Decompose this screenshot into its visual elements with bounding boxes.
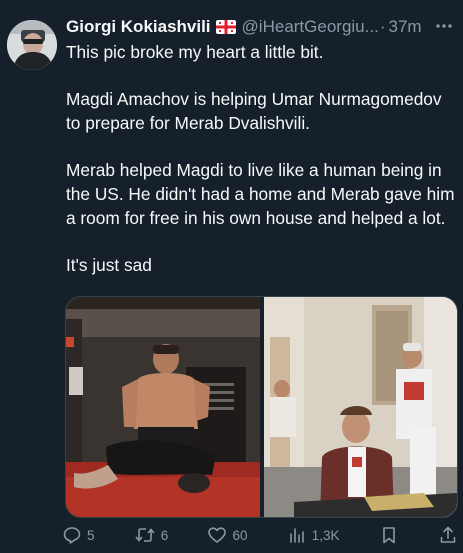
views-button[interactable]: 1,3K — [287, 525, 340, 545]
retweet-count: 6 — [160, 527, 169, 543]
georgia-flag-icon — [215, 20, 236, 34]
like-count: 60 — [232, 527, 248, 543]
views-chart-icon — [287, 525, 307, 545]
photo-gym-training-icon — [66, 297, 260, 517]
share-icon — [438, 525, 458, 545]
media-photo-training[interactable] — [66, 297, 260, 517]
tweet-paragraph: Merab helped Magdi to live like a human … — [66, 160, 455, 228]
share-button[interactable] — [438, 525, 458, 545]
reply-button[interactable]: 5 — [62, 525, 95, 545]
bookmark-button[interactable] — [379, 525, 399, 545]
author-avatar[interactable] — [7, 20, 57, 70]
media-grid — [65, 296, 458, 518]
tweet-paragraph: Magdi Amachov is helping Umar Nurmagomed… — [66, 89, 442, 134]
reply-icon — [62, 525, 82, 545]
tweet-paragraph: This pic broke my heart a little bit. — [66, 42, 324, 62]
action-bar: 5 6 60 1,3K — [62, 523, 458, 547]
retweet-button[interactable]: 6 — [134, 525, 169, 545]
views-count: 1,3K — [311, 527, 340, 543]
separator-dot: · — [379, 17, 386, 36]
photo-signing-table-icon — [263, 297, 457, 517]
author-display-name[interactable]: Giorgi Kokiashvili — [66, 17, 211, 37]
reply-count: 5 — [87, 527, 95, 543]
heart-icon — [207, 525, 227, 545]
more-options-icon[interactable] — [433, 16, 455, 36]
tweet-text: This pic broke my heart a little bit. Ma… — [66, 41, 458, 278]
like-button[interactable]: 60 — [207, 525, 248, 545]
tweet-header: Giorgi Kokiashvili @iHeartGeorgiu... · 3… — [66, 15, 455, 39]
avatar-image — [7, 20, 57, 70]
author-handle[interactable]: @iHeartGeorgiu... — [242, 17, 379, 37]
bookmark-icon — [379, 525, 399, 545]
media-photo-signing[interactable] — [263, 297, 458, 517]
retweet-icon — [134, 525, 156, 545]
tweet-timestamp[interactable]: 37m — [388, 17, 421, 37]
tweet-paragraph: It's just sad — [66, 255, 152, 276]
